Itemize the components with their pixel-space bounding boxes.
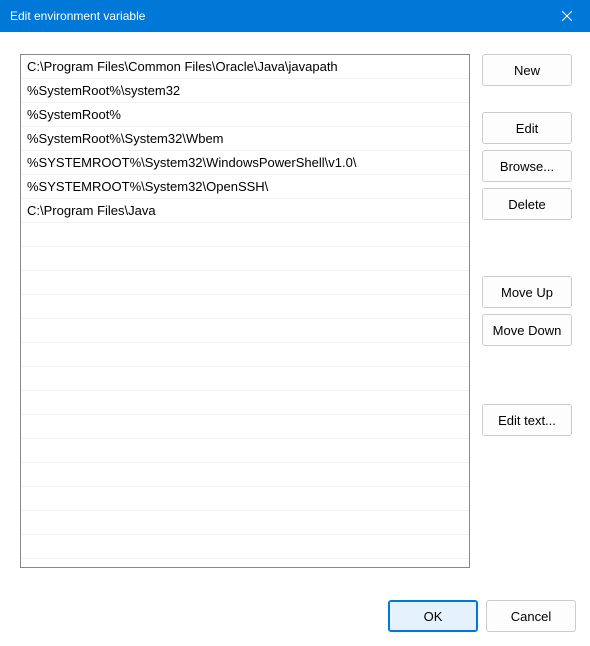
list-item-empty[interactable]: . [21,511,469,535]
list-item-empty[interactable]: . [21,271,469,295]
ok-button[interactable]: OK [388,600,478,632]
edit-button[interactable]: Edit [482,112,572,144]
window-title: Edit environment variable [10,9,145,23]
side-button-column: New Edit Browse... Delete Move Up Move D… [482,54,572,568]
list-item-empty[interactable]: . [21,391,469,415]
list-item[interactable]: C:\Program Files\Java [21,199,469,223]
list-item-empty[interactable]: . [21,247,469,271]
cancel-button[interactable]: Cancel [486,600,576,632]
list-item[interactable]: %SYSTEMROOT%\System32\OpenSSH\ [21,175,469,199]
close-icon [562,11,572,21]
path-listbox[interactable]: C:\Program Files\Common Files\Oracle\Jav… [20,54,470,568]
list-item-empty[interactable]: . [21,319,469,343]
move-down-button[interactable]: Move Down [482,314,572,346]
list-item[interactable]: %SystemRoot% [21,103,469,127]
list-item-empty[interactable]: . [21,295,469,319]
list-item-empty[interactable]: . [21,223,469,247]
new-button[interactable]: New [482,54,572,86]
list-item-empty[interactable]: . [21,535,469,559]
list-item[interactable]: %SystemRoot%\system32 [21,79,469,103]
list-item-empty[interactable]: . [21,343,469,367]
move-up-button[interactable]: Move Up [482,276,572,308]
list-item[interactable]: C:\Program Files\Common Files\Oracle\Jav… [21,55,469,79]
list-item-empty[interactable]: . [21,487,469,511]
list-item-empty[interactable]: . [21,463,469,487]
browse-button[interactable]: Browse... [482,150,572,182]
delete-button[interactable]: Delete [482,188,572,220]
dialog-content: C:\Program Files\Common Files\Oracle\Jav… [0,32,590,568]
list-item-empty[interactable]: . [21,415,469,439]
close-button[interactable] [544,0,590,32]
list-item-empty[interactable]: . [21,439,469,463]
titlebar: Edit environment variable [0,0,590,32]
dialog-footer: OK Cancel [388,600,576,632]
edit-text-button[interactable]: Edit text... [482,404,572,436]
list-item[interactable]: %SystemRoot%\System32\Wbem [21,127,469,151]
list-item-empty[interactable]: . [21,367,469,391]
list-item[interactable]: %SYSTEMROOT%\System32\WindowsPowerShell\… [21,151,469,175]
